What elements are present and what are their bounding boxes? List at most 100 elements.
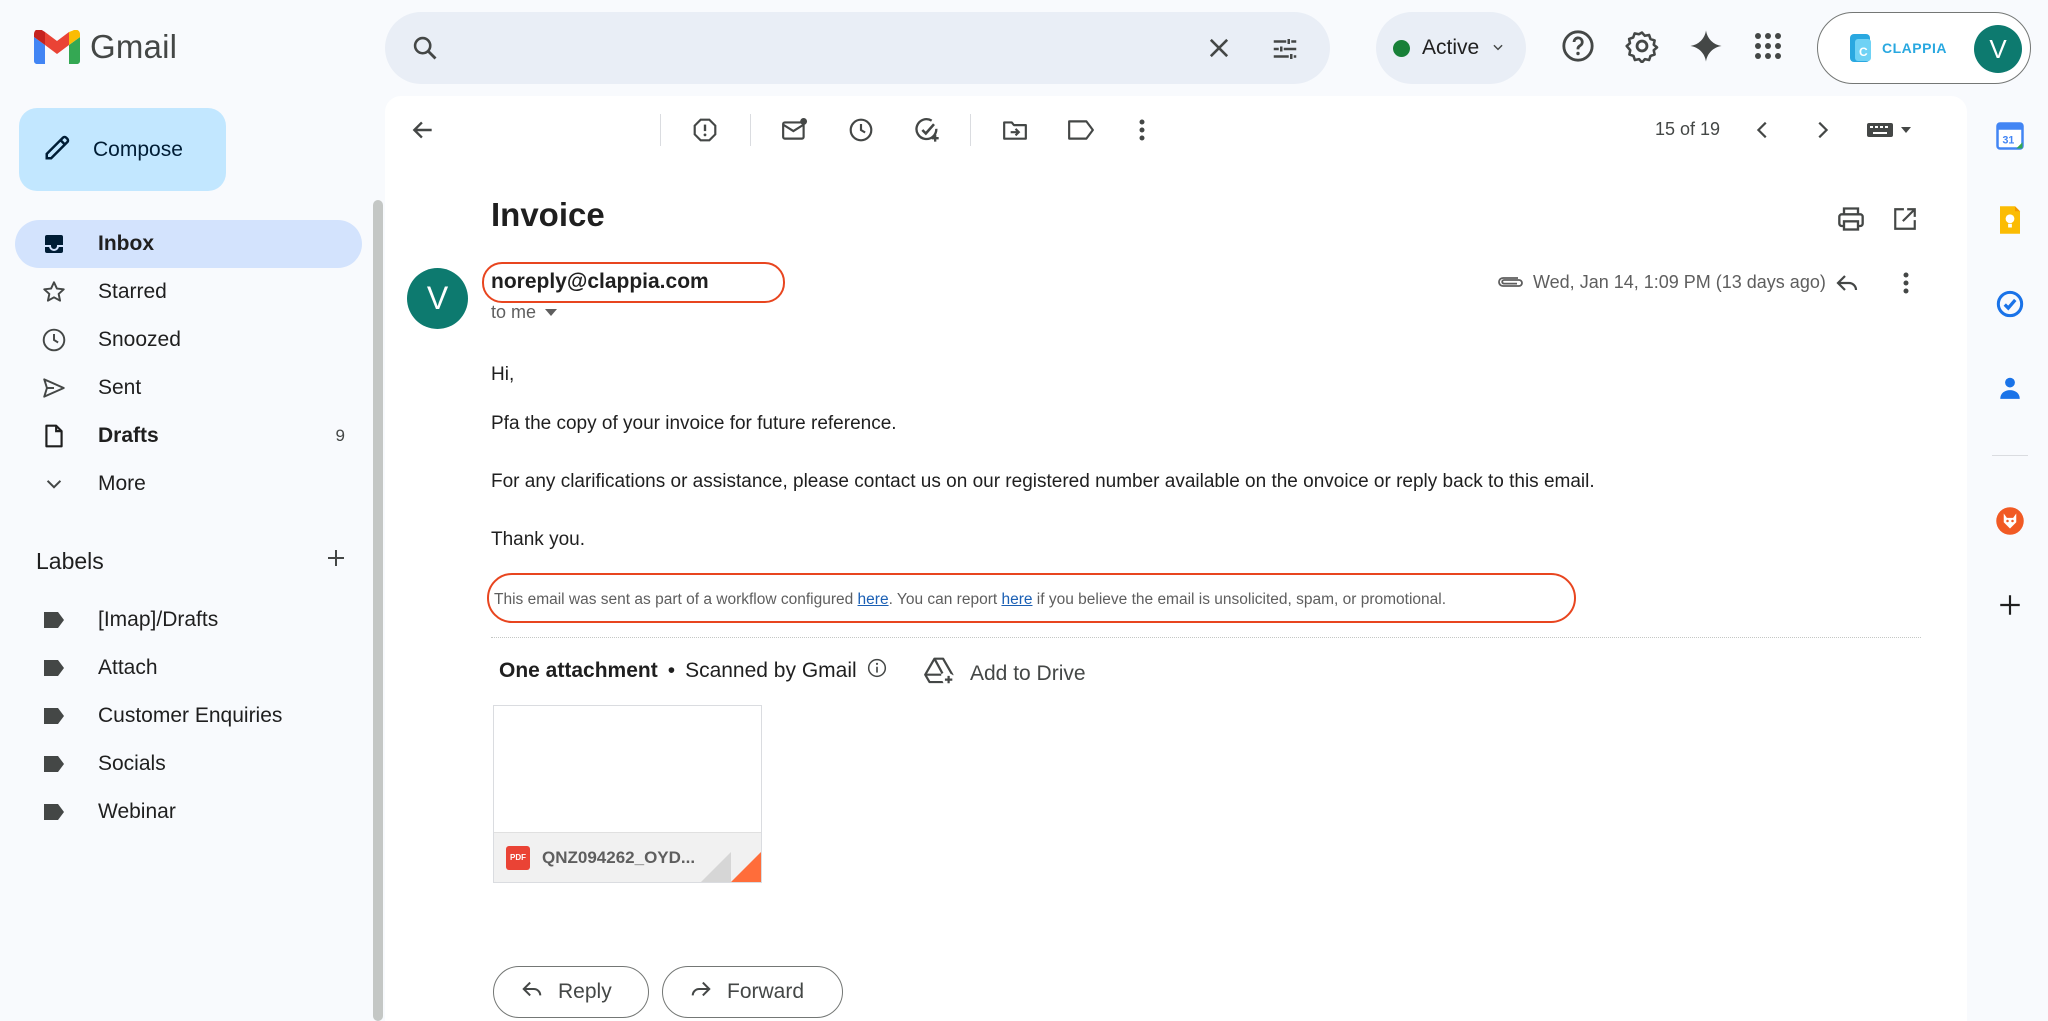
recipient-details[interactable]: to me	[491, 302, 558, 323]
label-tag-icon	[41, 655, 67, 681]
sidebar-item-snoozed[interactable]: Snoozed	[15, 316, 362, 364]
sender-avatar[interactable]: V	[407, 268, 468, 329]
sidebar-item-label: Inbox	[98, 232, 154, 255]
user-avatar[interactable]: V	[1974, 25, 2022, 73]
add-label-icon[interactable]	[324, 546, 348, 576]
label-tag-icon	[41, 703, 67, 729]
tasks-icon[interactable]	[1994, 288, 2026, 320]
label-item[interactable]: Attach	[15, 644, 362, 692]
label-item[interactable]: [Imap]/Drafts	[15, 596, 362, 644]
open-in-new-window-icon[interactable]	[1890, 204, 1920, 234]
input-tools-keyboard-icon[interactable]	[1862, 115, 1918, 145]
search-icon[interactable]	[411, 34, 439, 67]
sidebar-item-starred[interactable]: Starred	[15, 268, 362, 316]
sender-email[interactable]: noreply@clappia.com	[491, 270, 709, 294]
back-arrow-icon[interactable]	[408, 115, 438, 145]
contacts-icon[interactable]	[1994, 372, 2026, 404]
compose-button[interactable]: Compose	[19, 108, 226, 191]
add-to-tasks-icon[interactable]	[912, 115, 942, 145]
addon-icon[interactable]	[1994, 505, 2026, 537]
reply-button[interactable]: Reply	[493, 966, 649, 1018]
search-bar[interactable]	[385, 12, 1330, 84]
label-item[interactable]: Customer Enquiries	[15, 692, 362, 740]
label-name: Webinar	[98, 800, 176, 823]
label-tag-icon	[41, 751, 67, 777]
workflow-link[interactable]: here	[858, 591, 889, 608]
label-name: Customer Enquiries	[98, 704, 283, 727]
caret-down-icon[interactable]	[544, 302, 558, 323]
label-name: Attach	[98, 656, 158, 679]
reply-arrow-icon[interactable]	[1832, 268, 1862, 298]
older-chevron-right-icon[interactable]	[1807, 115, 1837, 145]
calendar-icon[interactable]: 31	[1994, 120, 2026, 152]
footer-text: . You can report	[888, 591, 1002, 608]
body-line-1: Pfa the copy of your invoice for future …	[491, 413, 897, 434]
sidebar-item-more[interactable]: More	[15, 460, 362, 508]
page-fold-icon	[731, 852, 761, 882]
forward-button[interactable]: Forward	[662, 966, 843, 1018]
app-name: Gmail	[90, 28, 178, 65]
gemini-sparkle-icon[interactable]	[1688, 28, 1724, 64]
attachment-divider	[491, 637, 1921, 638]
sidebar-scrollbar[interactable]	[373, 200, 383, 1021]
clappia-logo: C CLAPPIA	[1848, 32, 1947, 64]
message-more-vert-icon[interactable]	[1891, 268, 1921, 298]
pdf-icon: PDF	[506, 845, 530, 870]
add-icon[interactable]	[1994, 589, 2026, 621]
gmail-logo[interactable]: Gmail	[34, 28, 177, 66]
toolbar-divider	[660, 114, 661, 146]
label-item[interactable]: Socials	[15, 740, 362, 788]
footer-text: This email was sent as part of a workflo…	[494, 591, 858, 608]
inbox-icon	[41, 231, 67, 257]
settings-icon[interactable]	[1624, 28, 1660, 64]
svg-text:31: 31	[2003, 135, 2015, 147]
apps-grid-icon[interactable]	[1750, 28, 1786, 64]
label-icon[interactable]	[1066, 115, 1096, 145]
labels-list: [Imap]/Drafts Attach Customer Enquiries …	[15, 596, 362, 836]
attachment-card[interactable]: PDF QNZ094262_OYD...	[493, 705, 762, 883]
toolbar-divider	[750, 114, 751, 146]
sidebar-item-label: Drafts	[98, 424, 159, 447]
report-spam-icon[interactable]	[690, 115, 720, 145]
move-to-folder-icon[interactable]	[1000, 115, 1030, 145]
info-icon[interactable]	[867, 658, 887, 684]
sidebar-nav: Inbox Starred Snoozed Sent Drafts 9 More	[15, 220, 362, 508]
print-icon[interactable]	[1836, 204, 1866, 234]
sidebar-item-drafts[interactable]: Drafts 9	[15, 412, 362, 460]
attachment-paperclip-icon	[1496, 272, 1524, 295]
status-dot	[1393, 39, 1410, 57]
more-vert-icon[interactable]	[1127, 115, 1157, 145]
account-brand: CLAPPIA	[1882, 40, 1947, 56]
search-options-icon[interactable]	[1270, 34, 1300, 69]
clear-search-icon[interactable]	[1205, 34, 1233, 67]
bullet-separator: •	[667, 659, 676, 682]
forward-label: Forward	[727, 980, 805, 1003]
label-name: Socials	[98, 752, 166, 775]
labels-header: Labels	[36, 546, 348, 576]
pencil-icon	[43, 132, 73, 168]
scan-label: Scanned by Gmail	[685, 659, 857, 682]
attachment-filename: QNZ094262_OYD...	[542, 847, 696, 867]
sidebar-item-inbox[interactable]: Inbox	[15, 220, 362, 268]
page-fold-shadow	[701, 852, 731, 882]
sidebar-item-sent[interactable]: Sent	[15, 364, 362, 412]
report-link[interactable]: here	[1001, 591, 1032, 608]
send-icon	[41, 375, 67, 401]
sidebar-item-label: Snoozed	[98, 328, 181, 351]
label-tag-icon	[41, 607, 67, 633]
compose-label: Compose	[93, 137, 183, 161]
newer-chevron-left-icon[interactable]	[1748, 115, 1778, 145]
label-item[interactable]: Webinar	[15, 788, 362, 836]
add-to-drive-button[interactable]: Add to Drive	[924, 656, 1086, 692]
account-switcher[interactable]: C CLAPPIA V	[1817, 12, 2031, 84]
help-icon[interactable]	[1560, 28, 1596, 64]
snooze-clock-icon[interactable]	[846, 115, 876, 145]
status-selector[interactable]: Active	[1376, 12, 1526, 84]
clock-icon	[41, 327, 67, 353]
keep-icon[interactable]	[1994, 204, 2026, 236]
mark-unread-icon[interactable]	[780, 115, 810, 145]
chevron-down-icon	[41, 471, 67, 497]
attachment-header: One attachment • Scanned by Gmail	[499, 658, 887, 684]
status-label: Active	[1422, 36, 1480, 59]
label-tag-icon	[41, 799, 67, 825]
